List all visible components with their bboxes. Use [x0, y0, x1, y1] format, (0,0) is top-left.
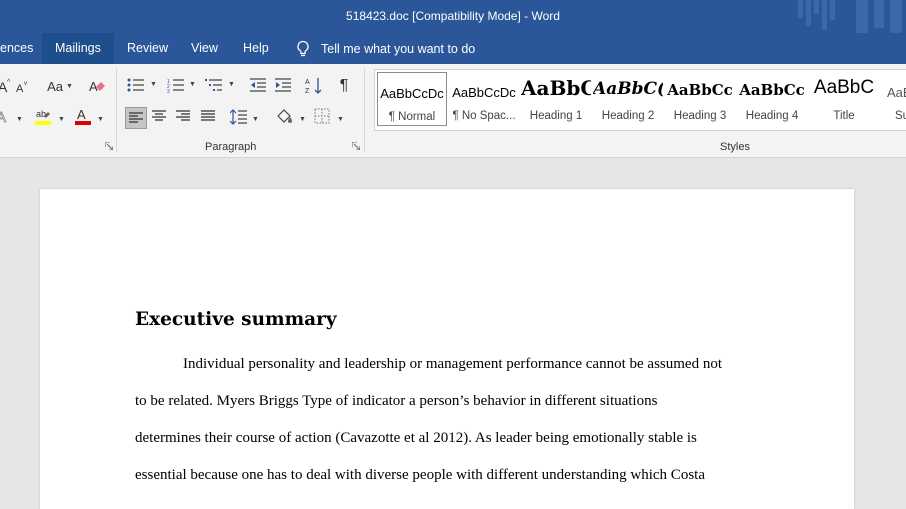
multilevel-list-dropdown[interactable]: ▼: [228, 81, 235, 88]
bullets-icon[interactable]: [127, 77, 145, 93]
tab-help[interactable]: Help: [236, 33, 276, 64]
svg-text:A: A: [305, 79, 310, 86]
style-subtitle[interactable]: AaBl Su: [881, 72, 906, 126]
bullets-dropdown[interactable]: ▼: [150, 81, 157, 88]
lightbulb-icon: [297, 40, 309, 57]
font-dialog-launcher-icon[interactable]: [105, 142, 113, 150]
borders-icon[interactable]: [314, 108, 330, 124]
tell-me-label: Tell me what you want to do: [321, 41, 476, 56]
style-title[interactable]: AaBbC Title: [809, 72, 879, 126]
svg-text:A: A: [16, 83, 24, 94]
tab-mailings[interactable]: Mailings: [42, 33, 114, 64]
style-name: Title: [833, 110, 855, 122]
numbering-icon[interactable]: 123: [167, 77, 185, 93]
highlight-icon[interactable]: ab: [34, 107, 52, 127]
title-bar-decoration: [798, 0, 902, 33]
ribbon-tabs: ences Mailings Review View Help Tell me …: [0, 33, 906, 64]
shading-dropdown[interactable]: ▼: [299, 116, 306, 123]
change-case-icon: Aa: [47, 78, 63, 94]
style-heading-3[interactable]: AaBbCc Heading 3: [665, 72, 735, 126]
highlight-dropdown[interactable]: ▼: [58, 116, 65, 123]
tab-view[interactable]: View: [184, 33, 225, 64]
styles-gallery: AaBbCcDc ¶ Normal AaBbCcDc ¶ No Spac... …: [374, 69, 906, 131]
group-separator: [116, 68, 117, 152]
style-no-spacing[interactable]: AaBbCcDc ¶ No Spac...: [449, 72, 519, 126]
numbering-dropdown[interactable]: ▼: [189, 81, 196, 88]
svg-text:^: ^: [7, 79, 11, 86]
align-right-icon[interactable]: [175, 109, 191, 123]
style-name: Su: [895, 110, 906, 122]
multilevel-list-icon[interactable]: [205, 77, 223, 93]
style-preview: AaBbCcDc: [452, 85, 516, 100]
style-preview: AaBbCc: [667, 81, 733, 99]
change-case-button[interactable]: Aa ▼: [45, 78, 75, 94]
ribbon: A ^ Av Aa ▼ A A ▼ ab ▼ A ▼ ▼ 123 ▼ ▼ AZ ¶: [0, 64, 906, 158]
font-color-icon[interactable]: A: [74, 107, 92, 127]
style-name: Heading 3: [673, 110, 727, 122]
document-heading: Executive summary: [135, 309, 337, 330]
style-name: ¶ No Spac...: [452, 110, 516, 122]
text-effects-dropdown[interactable]: ▼: [16, 116, 23, 123]
svg-text:Z: Z: [305, 88, 310, 95]
tab-review[interactable]: Review: [120, 33, 175, 64]
font-color-dropdown[interactable]: ▼: [97, 116, 104, 123]
font-size-down-icon[interactable]: Av: [16, 80, 30, 94]
style-preview: AaBl: [887, 85, 906, 100]
sort-icon[interactable]: AZ: [305, 76, 323, 96]
paragraph-dialog-launcher-icon[interactable]: [352, 142, 360, 150]
text-effects-icon[interactable]: A: [0, 108, 12, 126]
style-preview: AaBbCcDc: [380, 86, 444, 101]
center-icon[interactable]: [151, 109, 167, 123]
document-page[interactable]: Executive summary Individual personality…: [40, 189, 854, 509]
style-normal[interactable]: AaBbCcDc ¶ Normal: [377, 72, 447, 126]
group-separator: [364, 68, 365, 152]
clear-formatting-icon[interactable]: A: [88, 77, 106, 95]
style-name: Heading 4: [745, 110, 799, 122]
svg-text:v: v: [24, 81, 27, 87]
style-name: Heading 1: [529, 110, 583, 122]
svg-text:A: A: [77, 107, 86, 122]
style-preview: AaBbC: [813, 77, 875, 98]
tell-me-search[interactable]: Tell me what you want to do: [296, 33, 475, 64]
style-heading-2[interactable]: AaBbC( Heading 2: [593, 72, 663, 126]
document-line: to be related. Myers Briggs Type of indi…: [135, 393, 658, 409]
increase-indent-icon[interactable]: [274, 77, 292, 93]
show-hide-icon[interactable]: ¶: [336, 77, 352, 95]
svg-text:3: 3: [167, 89, 170, 93]
line-spacing-icon[interactable]: [230, 108, 248, 126]
decrease-indent-icon[interactable]: [249, 77, 267, 93]
style-preview: AaBbC: [521, 76, 591, 100]
style-heading-1[interactable]: AaBbC Heading 1: [521, 72, 591, 126]
shading-icon[interactable]: [275, 107, 295, 127]
window-title: 518423.doc [Compatibility Mode] - Word: [346, 9, 560, 23]
title-bar: 518423.doc [Compatibility Mode] - Word: [0, 0, 906, 33]
styles-group-label: Styles: [720, 141, 750, 153]
font-size-up-icon[interactable]: A ^: [0, 78, 12, 94]
borders-dropdown[interactable]: ▼: [337, 116, 344, 123]
style-heading-4[interactable]: AaBbCc Heading 4: [737, 72, 807, 126]
tab-references[interactable]: ences: [0, 33, 40, 64]
paragraph-group-label: Paragraph: [205, 141, 257, 153]
justify-icon[interactable]: [200, 109, 216, 123]
style-name: Heading 2: [601, 110, 655, 122]
style-preview: AaBbCc: [739, 81, 805, 99]
align-left-icon[interactable]: [125, 107, 147, 129]
style-name: ¶ Normal: [388, 111, 436, 123]
document-line: Individual personality and leadership or…: [183, 356, 722, 372]
document-line: determines their course of action (Cavaz…: [135, 430, 697, 446]
line-spacing-dropdown[interactable]: ▼: [252, 116, 259, 123]
svg-text:ab: ab: [36, 109, 46, 119]
svg-text:A: A: [0, 109, 6, 126]
document-line: essential because one has to deal with d…: [135, 467, 705, 483]
style-preview: AaBbC(: [593, 79, 663, 99]
